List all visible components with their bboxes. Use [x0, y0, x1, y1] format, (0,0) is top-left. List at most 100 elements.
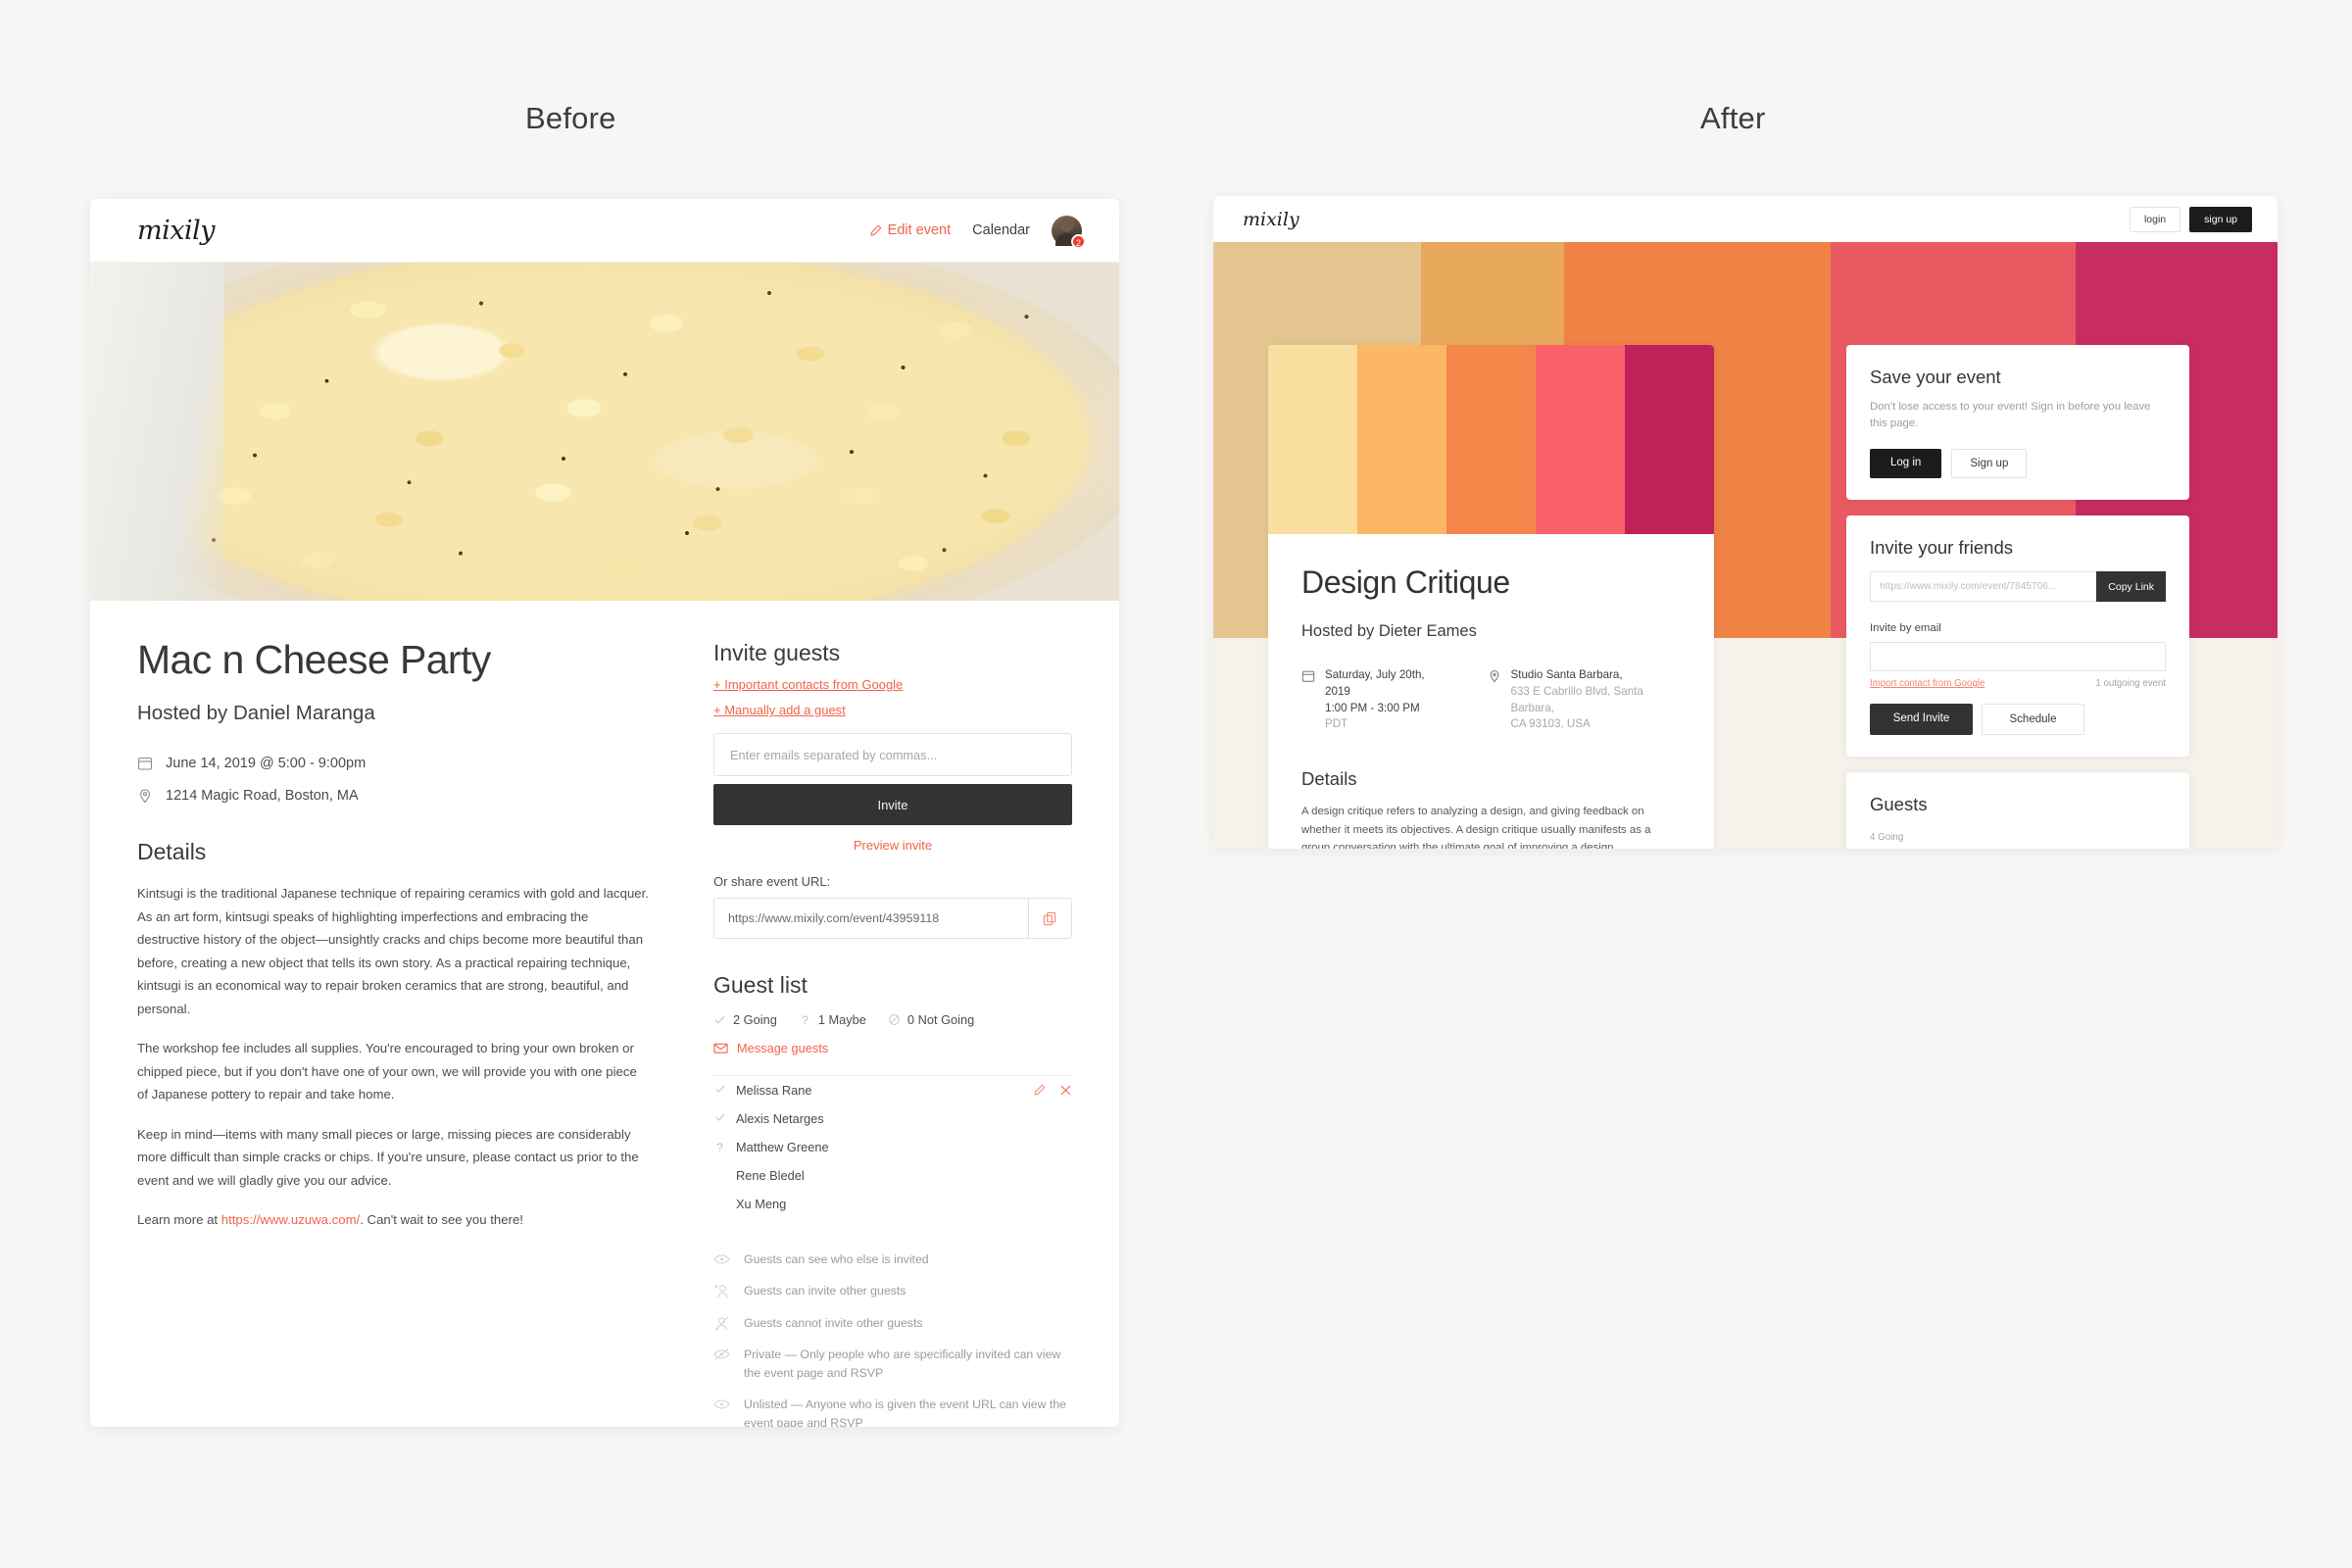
outgoing-events-count: 1 outgoing event — [2095, 678, 2166, 690]
check-icon — [714, 1015, 725, 1024]
notification-badge: 2 — [1071, 233, 1086, 249]
venue-address-line-1: 633 E Cabrillo Blvd, Santa Barbara, — [1510, 684, 1643, 714]
privacy-option: Guests cannot invite other guests — [713, 1307, 1072, 1339]
calendar-link[interactable]: Calendar — [972, 222, 1030, 238]
after-app-window: mixily login sign up Design Critique Hos… — [1213, 196, 2278, 849]
invite-button[interactable]: Invite — [713, 784, 1072, 825]
pencil-icon[interactable] — [1033, 1084, 1046, 1097]
event-hero-photo — [90, 263, 1119, 601]
schedule-button[interactable]: Schedule — [1982, 704, 2084, 736]
sign-up-button[interactable]: Sign up — [1951, 449, 2028, 479]
before-navbar-actions: Edit event Calendar 2 — [869, 215, 1086, 249]
privacy-options-list: Guests can see who else is invited Guest… — [713, 1244, 1072, 1427]
invite-meta-row: Import contact from Google 1 outgoing ev… — [1870, 678, 2166, 689]
event-date: June 14, 2019 @ 5:00 - 9:00pm — [166, 756, 367, 772]
details-heading: Details — [137, 839, 207, 865]
page-title: Mac n Cheese Party — [137, 637, 491, 682]
cover-swatch-2 — [1357, 345, 1446, 534]
guests-card: Guests 4 Going ✓Tan Zhang ✓Ryan Smith ✓A… — [1846, 772, 2189, 849]
message-guests-label: Message guests — [737, 1041, 829, 1055]
eye-icon — [713, 1252, 730, 1267]
event-timezone: PDT — [1325, 717, 1348, 731]
ban-icon — [889, 1014, 900, 1025]
import-google-contacts-link[interactable]: Import contact from Google — [1870, 678, 1984, 689]
learn-more-prefix: Learn more at — [137, 1212, 221, 1228]
privacy-option: Guests can see who else is invited — [713, 1244, 1072, 1275]
preview-invite-link[interactable]: Preview invite — [713, 838, 1072, 853]
list-item[interactable]: Xu Meng — [713, 1190, 1072, 1218]
event-host: Hosted by Daniel Maranga — [137, 702, 375, 725]
list-item[interactable]: Rene Bledel — [713, 1161, 1072, 1190]
invite-guests-heading: Invite guests — [713, 640, 841, 665]
send-invite-button[interactable]: Send Invite — [1870, 704, 1973, 736]
privacy-option-label: Unlisted — Anyone who is given the event… — [744, 1397, 1067, 1427]
event-date-line-2: 1:00 PM - 3:00 PM — [1325, 701, 1420, 714]
event-location: 1214 Magic Road, Boston, MA — [166, 787, 359, 804]
log-in-button[interactable]: Log in — [1870, 449, 1942, 479]
list-item[interactable]: ? Matthew Greene — [713, 1133, 1072, 1161]
eye-icon — [713, 1397, 730, 1412]
copy-link-button[interactable]: Copy Link — [2096, 571, 2166, 603]
mixily-logo[interactable]: mixily — [1243, 209, 1299, 230]
calendar-icon — [137, 756, 153, 771]
hero-cloth — [90, 263, 224, 601]
event-card-body: Design Critique Hosted by Dieter Eames S… — [1268, 534, 1714, 849]
cover-swatch-5 — [1625, 345, 1714, 534]
guest-row-actions — [1033, 1084, 1072, 1097]
check-icon — [713, 1111, 726, 1126]
mixily-logo[interactable]: mixily — [137, 216, 216, 246]
event-date-line-1: Saturday, July 20th, 2019 — [1325, 668, 1425, 698]
import-google-contacts-link[interactable]: + Important contacts from Google — [713, 677, 1072, 692]
share-url-value[interactable]: https://www.mixily.com/event/43959118 — [714, 899, 1028, 938]
manually-add-guest-link[interactable]: + Manually add a guest — [713, 703, 1072, 717]
share-url-row: https://www.mixily.com/event/43959118 — [713, 898, 1072, 939]
cover-swatch-4 — [1536, 345, 1625, 534]
guest-list: Melissa Rane Alexis Netarges ? Matthew G… — [713, 1076, 1072, 1218]
invite-friends-heading: Invite your friends — [1870, 537, 2014, 559]
close-icon[interactable] — [1059, 1084, 1072, 1097]
details-body: A design critique refers to analyzing a … — [1301, 806, 1651, 849]
before-navbar: mixily Edit event Calendar 2 — [90, 199, 1119, 263]
share-url-label: Or share event URL: — [713, 874, 831, 889]
after-navbar-actions: login sign up — [2129, 206, 2252, 232]
guest-name: Rene Bledel — [736, 1168, 805, 1183]
list-item[interactable]: Alexis Netarges — [713, 1104, 1072, 1133]
signup-button[interactable]: sign up — [2189, 206, 2252, 232]
page-title: Design Critique — [1301, 564, 1510, 600]
venue-name: Studio Santa Barbara, — [1510, 668, 1623, 681]
pencil-icon — [869, 224, 882, 237]
event-meta: June 14, 2019 @ 5:00 - 9:00pm 1214 Magic… — [137, 755, 651, 806]
share-url-input[interactable]: https://www.mixily.com/event/7845706... — [1870, 571, 2097, 603]
event-date-row: June 14, 2019 @ 5:00 - 9:00pm — [137, 755, 651, 774]
invite-email-input[interactable] — [1870, 642, 2166, 672]
guest-list-heading: Guest list — [713, 972, 808, 998]
emails-input[interactable]: Enter emails separated by commas... — [713, 733, 1072, 776]
privacy-option-label: Guests can see who else is invited — [744, 1252, 929, 1266]
rsvp-going: 2 Going — [713, 1012, 777, 1027]
copy-icon — [1043, 911, 1056, 925]
guest-name: Alexis Netarges — [736, 1111, 824, 1126]
event-location-row: 1214 Magic Road, Boston, MA — [137, 787, 651, 807]
message-guests-link[interactable]: Message guests — [713, 1041, 1072, 1055]
invite-action-buttons: Send Invite Schedule — [1870, 704, 2166, 736]
privacy-option: Unlisted — Anyone who is given the event… — [713, 1389, 1072, 1427]
save-event-subtext: Don't lose access to your event! Sign in… — [1870, 401, 2151, 430]
rsvp-summary: 2 Going ? 1 Maybe 0 Not Going — [713, 1012, 1072, 1027]
edit-event-button[interactable]: Edit event — [869, 222, 951, 238]
event-location-block: Studio Santa Barbara, 633 E Cabrillo Blv… — [1488, 667, 1682, 733]
before-content: Mac n Cheese Party Hosted by Daniel Mara… — [90, 601, 1119, 1427]
caption-after: After — [1700, 101, 1766, 135]
uzuwa-link[interactable]: https://www.uzuwa.com/ — [221, 1212, 360, 1227]
details-paragraph-1: Kintsugi is the traditional Japanese tec… — [137, 886, 649, 1016]
guests-going-label: 4 Going — [1870, 832, 1904, 844]
list-item[interactable]: Melissa Rane — [713, 1076, 1072, 1104]
comparison-stage: Before After mixily Edit event Calendar … — [0, 0, 2352, 1568]
guest-name: Matthew Greene — [736, 1140, 829, 1154]
question-icon: ? — [716, 1140, 723, 1154]
copy-url-button[interactable] — [1028, 899, 1071, 938]
details-heading: Details — [1301, 768, 1357, 790]
avatar[interactable]: 2 — [1052, 215, 1086, 249]
login-button[interactable]: login — [2129, 206, 2181, 232]
rsvp-not-going-label: 0 Not Going — [906, 1012, 975, 1027]
save-event-heading: Save your event — [1870, 367, 2001, 387]
